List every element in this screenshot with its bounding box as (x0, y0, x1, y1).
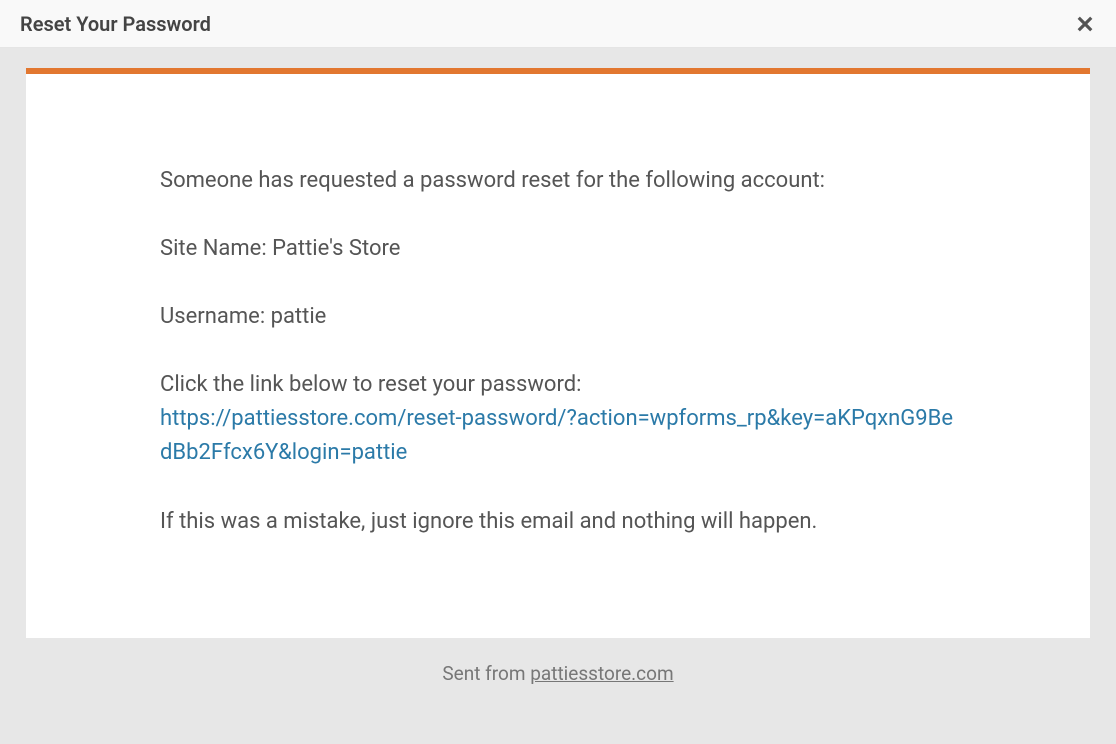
reset-password-link[interactable]: https://pattiesstore.com/reset-password/… (160, 406, 953, 465)
close-icon (1074, 13, 1096, 35)
close-button[interactable] (1074, 13, 1096, 35)
modal-title: Reset Your Password (20, 12, 211, 36)
email-footer: Sent from pattiesstore.com (26, 638, 1090, 685)
username-line: Username: pattie (160, 300, 956, 334)
footer-domain-link[interactable]: pattiesstore.com (530, 662, 673, 685)
mistake-text: If this was a mistake, just ignore this … (160, 505, 956, 539)
footer-prefix: Sent from (442, 662, 530, 685)
reset-link-block: Click the link below to reset your passw… (160, 368, 956, 470)
site-name-line: Site Name: Pattie's Store (160, 232, 956, 266)
click-instruction: Click the link below to reset your passw… (160, 368, 956, 402)
email-card: Someone has requested a password reset f… (26, 68, 1090, 638)
content-area: Someone has requested a password reset f… (0, 48, 1116, 685)
modal-header: Reset Your Password (0, 0, 1116, 48)
email-intro: Someone has requested a password reset f… (160, 164, 956, 198)
email-body: Someone has requested a password reset f… (160, 164, 956, 539)
